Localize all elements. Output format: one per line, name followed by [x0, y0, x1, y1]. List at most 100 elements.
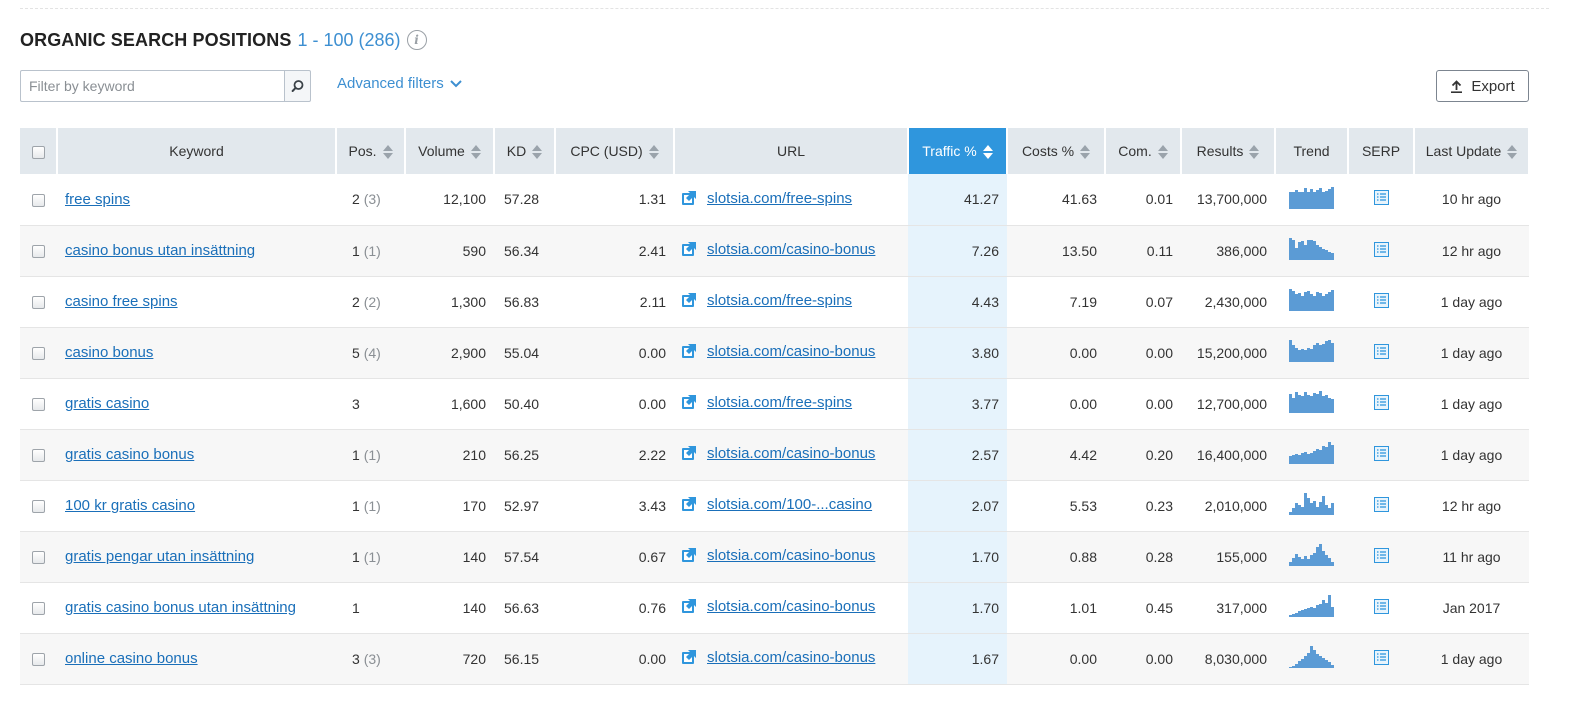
url-link[interactable]: slotsia.com/casino-bonus [707, 649, 875, 666]
last-update-cell: 12 hr ago [1414, 480, 1529, 532]
keyword-link[interactable]: gratis casino bonus [65, 446, 194, 463]
serp-icon[interactable] [1373, 598, 1389, 614]
row-checkbox[interactable] [32, 347, 45, 361]
keyword-cell: 100 kr gratis casino [57, 480, 336, 532]
volume-cell: 1,600 [405, 378, 494, 430]
col-costs[interactable]: Costs % [1007, 128, 1106, 174]
keyword-link[interactable]: gratis pengar utan insättning [65, 548, 254, 565]
col-pos[interactable]: Pos. [336, 128, 406, 174]
kd-cell: 55.04 [494, 327, 555, 379]
col-volume[interactable]: Volume [405, 128, 495, 174]
col-cpc[interactable]: CPC (USD) [555, 128, 675, 174]
keyword-link[interactable]: free spins [65, 191, 130, 208]
url-link[interactable]: slotsia.com/casino-bonus [707, 598, 875, 615]
external-link-icon[interactable] [681, 649, 697, 665]
traffic-cell: 4.43 [908, 276, 1007, 328]
url-cell: slotsia.com/casino-bonus [674, 582, 908, 634]
cpc-cell: 1.31 [555, 174, 674, 226]
keyword-link[interactable]: gratis casino bonus utan insättning [65, 599, 296, 616]
sort-icon [648, 145, 659, 160]
position-cell: 3 [336, 378, 405, 430]
serp-icon[interactable] [1373, 292, 1389, 308]
row-checkbox[interactable] [32, 551, 45, 565]
external-link-icon[interactable] [681, 598, 697, 614]
keyword-cell: online casino bonus [57, 633, 336, 685]
row-checkbox[interactable] [32, 500, 45, 514]
table-row: casino free spins 2 (2) 1,300 56.83 2.11 slot… [20, 276, 1529, 328]
col-com[interactable]: Com. [1105, 128, 1182, 174]
keyword-link[interactable]: 100 kr gratis casino [65, 497, 195, 514]
row-checkbox[interactable] [32, 449, 45, 463]
external-link-icon[interactable] [681, 292, 697, 308]
keyword-link[interactable]: gratis casino [65, 395, 149, 412]
col-keyword[interactable]: Keyword [57, 128, 337, 174]
sort-icon [1249, 145, 1260, 160]
kd-cell: 56.34 [494, 225, 555, 277]
row-checkbox[interactable] [32, 245, 45, 259]
url-link[interactable]: slotsia.com/casino-bonus [707, 445, 875, 462]
row-checkbox[interactable] [32, 653, 45, 667]
external-link-icon[interactable] [681, 445, 697, 461]
filter-keyword-input[interactable] [20, 70, 285, 102]
col-results[interactable]: Results [1181, 128, 1276, 174]
keyword-cell: gratis casino bonus utan insättning [57, 582, 336, 634]
external-link-icon[interactable] [681, 496, 697, 512]
external-link-icon[interactable] [681, 190, 697, 206]
costs-cell: 5.53 [1007, 480, 1105, 532]
serp-icon[interactable] [1373, 241, 1389, 257]
external-link-icon[interactable] [681, 241, 697, 257]
serp-icon[interactable] [1373, 496, 1389, 512]
url-link[interactable]: slotsia.com/free-spins [707, 190, 852, 207]
url-link[interactable]: slotsia.com/casino-bonus [707, 547, 875, 564]
row-checkbox[interactable] [32, 602, 45, 616]
keyword-link[interactable]: casino free spins [65, 293, 178, 310]
serp-icon[interactable] [1373, 343, 1389, 359]
trend-sparkline [1289, 186, 1334, 209]
previous-position: (2) [363, 293, 381, 310]
url-link[interactable]: slotsia.com/free-spins [707, 394, 852, 411]
row-checkbox[interactable] [32, 296, 45, 310]
url-link[interactable]: slotsia.com/free-spins [707, 292, 852, 309]
url-link[interactable]: slotsia.com/100-...casino [707, 496, 872, 513]
serp-icon[interactable] [1373, 394, 1389, 410]
com-cell: 0.11 [1105, 225, 1181, 277]
col-traffic[interactable]: Traffic % [908, 128, 1008, 174]
col-kd[interactable]: KD [494, 128, 556, 174]
cpc-cell: 0.00 [555, 378, 674, 430]
last-update-cell: 1 day ago [1414, 378, 1529, 430]
keyword-link[interactable]: casino bonus utan insättning [65, 242, 255, 259]
position-value: 1 [352, 548, 360, 565]
col-last-update[interactable]: Last Update [1414, 128, 1530, 174]
advanced-filters-toggle[interactable]: Advanced filters [337, 75, 462, 92]
serp-icon[interactable] [1373, 445, 1389, 461]
url-link[interactable]: slotsia.com/casino-bonus [707, 241, 875, 258]
row-checkbox[interactable] [32, 194, 45, 208]
col-traffic-label: Traffic % [922, 142, 977, 159]
trend-sparkline [1289, 238, 1334, 260]
select-all-checkbox[interactable] [31, 145, 45, 159]
position-value: 2 [352, 293, 360, 310]
results-cell: 2,010,000 [1181, 480, 1275, 532]
external-link-icon[interactable] [681, 394, 697, 410]
export-button[interactable]: Export [1436, 70, 1529, 102]
external-link-icon[interactable] [681, 343, 697, 359]
col-url[interactable]: URL [674, 128, 909, 174]
serp-icon[interactable] [1373, 649, 1389, 665]
keyword-link[interactable]: online casino bonus [65, 650, 198, 667]
row-checkbox[interactable] [32, 398, 45, 412]
url-link[interactable]: slotsia.com/casino-bonus [707, 343, 875, 360]
info-icon[interactable]: i [406, 30, 427, 50]
com-cell: 0.00 [1105, 327, 1181, 379]
keyword-cell: gratis pengar utan insättning [57, 531, 336, 583]
sort-icon [532, 145, 543, 160]
row-select-cell [20, 480, 57, 532]
trend-bar [1331, 253, 1334, 260]
filter-search-button[interactable] [284, 70, 311, 102]
sort-icon [982, 145, 993, 160]
trend-bar [1331, 343, 1334, 362]
external-link-icon[interactable] [681, 547, 697, 563]
serp-icon[interactable] [1373, 190, 1389, 206]
keyword-link[interactable]: casino bonus [65, 344, 153, 361]
traffic-cell: 3.77 [908, 378, 1007, 430]
serp-icon[interactable] [1373, 547, 1389, 563]
